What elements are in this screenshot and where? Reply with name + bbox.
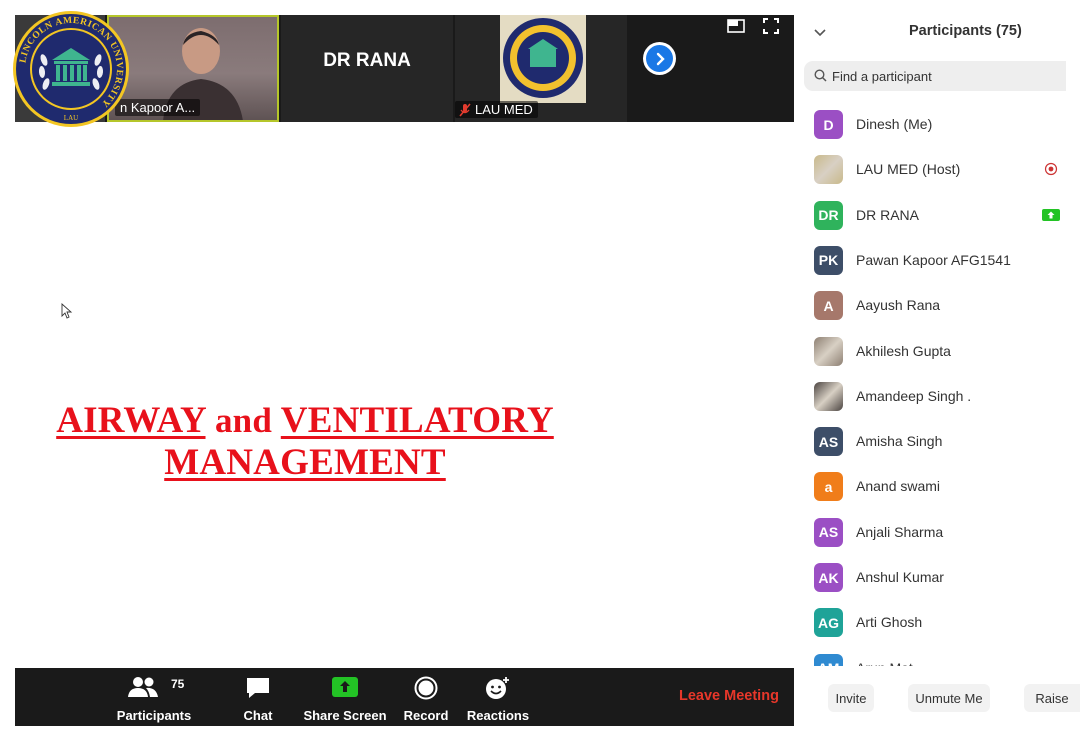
- avatar: AG: [814, 608, 843, 638]
- participant-name: Aayush Rana: [856, 297, 941, 314]
- avatar: AS: [814, 517, 843, 547]
- tile-name: LAU MED: [455, 101, 538, 118]
- chevron-down-icon[interactable]: [814, 24, 826, 42]
- slide-word-and: and: [214, 401, 272, 440]
- participant-name: Anshul Kumar: [856, 569, 944, 585]
- video-tile-pawan[interactable]: n Kapoor A...: [107, 15, 279, 122]
- mouse-cursor-icon: [61, 302, 73, 324]
- lau-seal-image: [500, 15, 586, 103]
- participant-row[interactable]: a Anand swami: [794, 464, 1080, 509]
- participant-row[interactable]: AM Arun Mat: [794, 646, 1080, 666]
- avatar: [814, 336, 843, 366]
- participants-button[interactable]: 75 Participants: [113, 668, 195, 726]
- invite-button[interactable]: Invite: [828, 684, 874, 712]
- participant-row[interactable]: AS Anjali Sharma: [794, 510, 1080, 555]
- share-screen-icon: [331, 676, 359, 701]
- record-label: Record: [403, 708, 449, 723]
- slide-word-airway: AIRWAY: [56, 400, 206, 441]
- participant-name: Anand swami: [856, 478, 941, 495]
- search-input[interactable]: [832, 61, 1052, 91]
- panel-title: Participants (75): [909, 23, 1022, 39]
- participant-name: DR RANA: [856, 206, 920, 223]
- avatar: AM: [814, 653, 843, 666]
- participant-name: Dinesh (Me): [856, 116, 933, 132]
- chat-label: Chat: [243, 708, 273, 723]
- participant-name: Amandeep Singh .: [856, 387, 972, 404]
- slide-title: AIRWAY and VENTILATORY MANAGEMENT: [30, 400, 580, 484]
- raise-hand-button[interactable]: Raise: [1024, 684, 1080, 712]
- slide-title-line2: MANAGEMENT: [30, 442, 580, 484]
- participant-row[interactable]: AK Anshul Kumar: [794, 555, 1080, 600]
- tile-name-large: DR RANA: [323, 50, 411, 71]
- participant-name: Amisha Singh: [856, 433, 943, 450]
- slide-title-line1: AIRWAY and VENTILATORY: [30, 400, 580, 442]
- lau-logo: LINCOLN AMERICAN UNIVERSITY LAU: [12, 10, 130, 128]
- video-strip: ne n Kapoor A... DR RANA: [15, 15, 794, 122]
- participant-row[interactable]: AG Arti Ghosh: [794, 600, 1080, 645]
- reactions-label: Reactions: [466, 708, 530, 723]
- share-screen-label: Share Screen: [303, 708, 387, 723]
- search-icon: [814, 69, 827, 87]
- participant-name: Arun Mat: [856, 660, 913, 666]
- muted-mic-icon: [459, 103, 471, 120]
- participant-name: Anjali Sharma: [856, 523, 944, 540]
- reactions-button[interactable]: Reactions: [465, 668, 531, 726]
- logo-bottom-text: LAU: [64, 114, 78, 122]
- participant-row[interactable]: Akhilesh Gupta: [794, 329, 1080, 374]
- avatar: D: [814, 110, 843, 139]
- avatar: DR: [814, 200, 843, 230]
- sharing-icon: [1042, 208, 1060, 227]
- participants-count: 75: [171, 677, 185, 691]
- meeting-stage: ne n Kapoor A... DR RANA: [15, 15, 794, 726]
- participant-row[interactable]: Amandeep Singh .: [794, 374, 1080, 419]
- avatar: [814, 381, 843, 411]
- gallery-view-icon[interactable]: [727, 18, 745, 39]
- avatar: PK: [814, 245, 843, 275]
- participant-name: Arti Ghosh: [856, 614, 923, 631]
- participant-row[interactable]: AS Amisha Singh: [794, 419, 1080, 464]
- participant-row[interactable]: LAU MED (Host): [794, 147, 1080, 192]
- participant-name: Pawan Kapoor AFG1541: [856, 251, 1011, 268]
- avatar: [814, 155, 843, 185]
- avatar: AS: [814, 427, 843, 457]
- record-button[interactable]: Record: [401, 668, 451, 726]
- participant-row[interactable]: PK Pawan Kapoor AFG1541: [794, 238, 1080, 283]
- record-icon: [414, 676, 438, 703]
- meeting-toolbar: 75 Participants Chat Share Screen Record: [15, 668, 794, 726]
- chevron-right-icon: [656, 52, 665, 65]
- reactions-icon: [485, 676, 511, 703]
- participants-panel: Participants (75) D Dinesh (Me) LAU MED (H…: [794, 0, 1080, 756]
- panel-footer: Invite Unmute Me Raise: [794, 672, 1080, 722]
- participant-row[interactable]: DR DR RANA: [794, 193, 1080, 238]
- share-screen-button[interactable]: Share Screen: [303, 668, 387, 726]
- participants-icon: [128, 676, 158, 701]
- next-page-button[interactable]: [643, 42, 676, 75]
- participant-row[interactable]: A Aayush Rana: [794, 283, 1080, 328]
- participant-list: D Dinesh (Me) LAU MED (Host) DR DR RANA PK Paw…: [794, 102, 1080, 666]
- video-tile-lau-med[interactable]: LAU MED: [455, 15, 627, 122]
- avatar: AK: [814, 563, 843, 592]
- slide-word-ventilatory: VENTILATORY: [280, 400, 554, 441]
- participant-name: LAU MED (Host): [856, 161, 961, 178]
- avatar: A: [814, 291, 843, 321]
- participant-search[interactable]: [804, 61, 1066, 91]
- chat-icon: [245, 676, 271, 703]
- fullscreen-icon[interactable]: [763, 18, 779, 39]
- unmute-me-button[interactable]: Unmute Me: [908, 684, 990, 712]
- tile-name-text: LAU MED: [475, 102, 533, 117]
- participant-name: Akhilesh Gupta: [856, 342, 951, 359]
- record-icon: [1044, 162, 1058, 181]
- leave-meeting-button[interactable]: Leave Meeting: [679, 688, 779, 704]
- chat-button[interactable]: Chat: [237, 668, 279, 726]
- avatar: a: [814, 472, 843, 502]
- slide-word-management: MANAGEMENT: [164, 442, 446, 483]
- participants-label: Participants: [116, 708, 192, 723]
- participant-row[interactable]: D Dinesh (Me): [794, 102, 1080, 147]
- video-tile-dr-rana[interactable]: DR RANA: [281, 15, 453, 122]
